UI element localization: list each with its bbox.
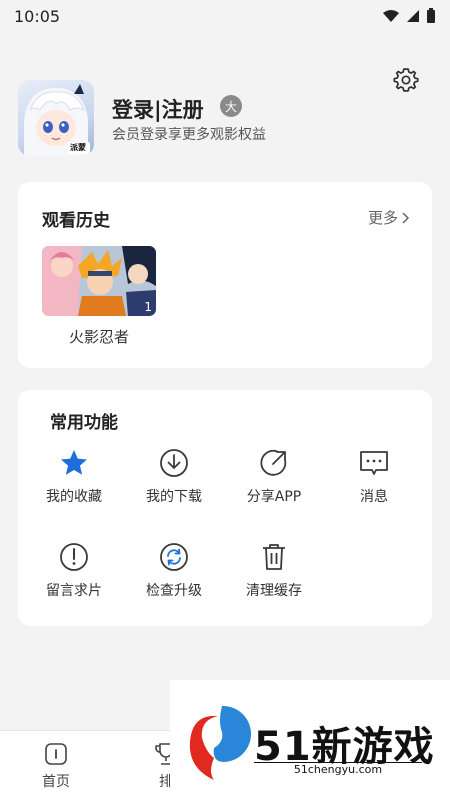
- history-item-title: 火影忍者: [68, 328, 129, 346]
- messages-button[interactable]: 消息: [324, 448, 424, 506]
- favorites-button[interactable]: 我的收藏: [24, 448, 124, 506]
- login-register-link[interactable]: 登录|注册: [112, 94, 204, 124]
- profile-header: 派蒙 登录|注册 大 会员登录享更多观影权益: [18, 80, 438, 160]
- share-icon: [260, 449, 287, 476]
- clear-cache-button[interactable]: 清理缓存: [224, 542, 324, 600]
- wifi-icon: [383, 10, 399, 22]
- watermark-logo: 51新游戏 51chengyu.com: [170, 680, 450, 800]
- chevron-right-icon: [402, 211, 410, 224]
- more-link[interactable]: 更多: [368, 207, 410, 228]
- message-icon: [360, 451, 388, 475]
- login-subtitle: 会员登录享更多观影权益: [112, 127, 266, 143]
- request-movie-label: 留言求片: [46, 583, 102, 599]
- common-functions-card: 常用功能 我的收藏 我的下载 分享APP 消息 留言求片 检查升级 清理缓存: [18, 390, 432, 626]
- history-thumbnail: 1: [42, 246, 156, 316]
- share-app-label: 分享APP: [246, 489, 302, 505]
- history-item[interactable]: 1 火影忍者: [42, 246, 156, 347]
- avatar-caption: 派蒙: [70, 143, 86, 152]
- favorites-label: 我的收藏: [46, 489, 102, 505]
- avatar[interactable]: 派蒙: [18, 80, 94, 156]
- watch-history-title: 观看历史: [42, 211, 110, 231]
- status-bar: 10:05: [0, 0, 450, 32]
- signal-icon: [407, 10, 419, 22]
- clear-cache-label: 清理缓存: [246, 583, 302, 599]
- share-app-button[interactable]: 分享APP: [224, 448, 324, 506]
- battery-icon: [427, 8, 435, 23]
- refresh-icon: [160, 543, 188, 571]
- trash-icon: [263, 544, 285, 570]
- messages-label: 消息: [360, 489, 388, 505]
- status-time: 10:05: [14, 6, 61, 26]
- downloads-button[interactable]: 我的下载: [124, 448, 224, 506]
- request-movie-button[interactable]: 留言求片: [24, 542, 124, 600]
- more-label: 更多: [367, 209, 398, 227]
- episode-count: 1: [144, 300, 152, 314]
- watch-history-card: 观看历史 更多 1 火影忍者: [18, 182, 432, 368]
- tab-home-label: 首页: [42, 774, 70, 790]
- common-functions-title: 常用功能: [50, 413, 118, 433]
- vip-badge: 大: [220, 95, 242, 117]
- watermark-url: 51chengyu.com: [254, 762, 422, 777]
- watermark-s-icon: [189, 705, 252, 780]
- download-icon: [160, 449, 188, 477]
- downloads-label: 我的下载: [146, 489, 202, 505]
- exclamation-icon: [60, 543, 88, 571]
- thumbnail-art: [42, 246, 156, 316]
- check-update-label: 检查升级: [146, 583, 202, 599]
- status-icons: [382, 8, 436, 24]
- home-icon: [45, 743, 67, 765]
- check-update-button[interactable]: 检查升级: [124, 542, 224, 600]
- star-icon: [61, 450, 87, 475]
- tab-home[interactable]: 首页: [26, 741, 86, 791]
